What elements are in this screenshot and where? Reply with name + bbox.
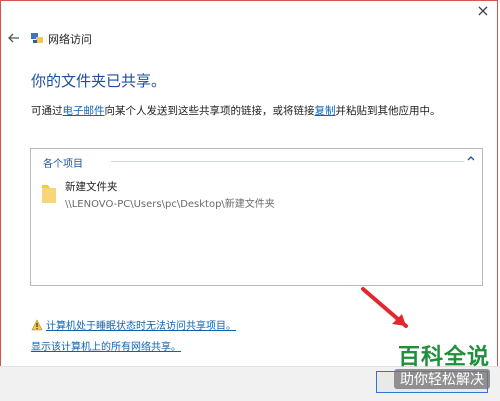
email-link[interactable]: 电子邮件 — [63, 105, 105, 117]
shared-item-name[interactable]: 新建文件夹 — [65, 179, 118, 194]
instructions-prefix: 可通过 — [31, 105, 63, 117]
done-button[interactable] — [376, 371, 488, 393]
panel-header: 各个项目 — [43, 159, 83, 170]
share-instructions: 可通过电子邮件向某个人发送到这些共享项的链接，或将链接复制并粘贴到其他应用中。 — [31, 103, 441, 118]
sleep-warning[interactable]: 计算机处于睡眠状态时无法访问共享项目。 — [31, 317, 236, 332]
chevron-up-icon[interactable] — [466, 153, 476, 163]
network-share-icon — [30, 30, 44, 44]
window-title: 网络访问 — [48, 33, 92, 46]
panel-divider — [111, 161, 464, 162]
shared-item-path: \\LENOVO-PC\Users\pc\Desktop\新建文件夹 — [65, 199, 275, 210]
folder-icon — [41, 182, 57, 204]
warning-icon — [31, 319, 43, 331]
shared-items-panel: 各个项目 新建文件夹 \\LENOVO-PC\Users\pc\Desktop\… — [30, 148, 483, 286]
copy-link[interactable]: 复制 — [315, 105, 336, 117]
back-arrow-icon[interactable] — [7, 30, 21, 44]
annotation-arrow — [361, 287, 408, 328]
instructions-middle: 向某个人发送到这些共享项的链接，或将链接 — [104, 105, 315, 117]
instructions-suffix: 并粘贴到其他应用中。 — [335, 105, 441, 117]
share-heading: 你的文件夹已共享。 — [31, 72, 167, 90]
close-icon[interactable]: × — [474, 2, 492, 20]
footer-bar — [0, 366, 500, 401]
all-network-shares-link[interactable]: 显示该计算机上的所有网络共享。 — [31, 338, 181, 353]
sleep-warning-link[interactable]: 计算机处于睡眠状态时无法访问共享项目。 — [46, 321, 236, 332]
